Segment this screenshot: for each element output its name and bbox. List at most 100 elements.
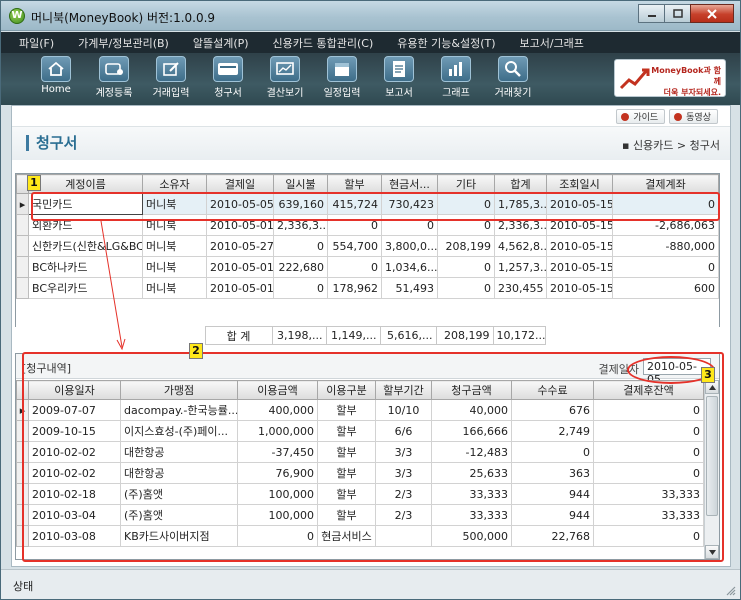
maximize-button[interactable] (664, 4, 691, 23)
totals-spacer (27, 326, 141, 345)
totals-cell: 5,616,... (379, 326, 437, 345)
column-header[interactable]: 결제계좌 (612, 174, 719, 194)
toolbar-account-button[interactable]: 계정등록 (86, 56, 142, 99)
account-register-icon (99, 56, 129, 82)
table-cell[interactable]: 2010-05-01 (206, 256, 274, 278)
table-cell[interactable]: 0 (273, 235, 328, 257)
column-header[interactable]: 조회일시 (546, 174, 613, 194)
table-cell[interactable]: BC우리카드 (28, 277, 143, 299)
table-cell[interactable]: 3,800,0... (381, 235, 438, 257)
resize-grip-icon[interactable] (726, 586, 736, 596)
table-cell[interactable]: 1,257,3... (494, 256, 547, 278)
promo-banner[interactable]: MoneyBook과 함께 더욱 부자되세요. (614, 59, 726, 97)
table-row[interactable]: 신한카드(신한&LG&BC) 머니북 2010-05-27 0 554,700 … (16, 235, 719, 257)
card-icon (213, 56, 243, 82)
menu-ledger[interactable]: 가계부/정보관리(B) (78, 35, 169, 51)
toolbar-home-button[interactable]: Home (28, 56, 84, 95)
row-indicator (16, 235, 29, 257)
table-cell[interactable]: 4,562,8... (494, 235, 547, 257)
toolbar-transaction-button[interactable]: 거래입력 (143, 56, 199, 99)
page-header: 청구서 ▪ 신용카드 > 청구서 (12, 126, 730, 160)
menu-card[interactable]: 신용카드 통합관리(C) (273, 35, 374, 51)
toolbar-summary-button[interactable]: 결산보기 (257, 56, 313, 99)
table-cell[interactable]: 머니북 (142, 235, 207, 257)
table-cell[interactable]: 2010-05-27 (206, 235, 274, 257)
guide-label: 가이드 (633, 113, 659, 123)
column-header[interactable]: 합계 (494, 174, 547, 194)
table-cell[interactable]: 1,034,6... (381, 256, 438, 278)
toolbar-bill-button[interactable]: 청구서 (200, 56, 256, 99)
toolbar-report-button[interactable]: 보고서 (371, 56, 427, 99)
bullet-icon (621, 112, 630, 121)
table-cell[interactable]: 2010-05-15 (546, 256, 613, 278)
title-bar: W 머니북(MoneyBook) 버전:1.0.0.9 (1, 1, 740, 31)
totals-cell: 208,199 (435, 326, 494, 345)
bills-header-row: 계정이름 소유자 결제일 일시불 할부 현금서... 기타 합계 조회일시 결제… (16, 174, 719, 194)
table-cell[interactable]: 신한카드(신한&LG&BC) (28, 235, 143, 257)
status-text: 상태 (13, 580, 34, 593)
menu-tools[interactable]: 유용한 기능&설정(T) (397, 35, 495, 51)
toolbar-search-label: 거래찾기 (494, 88, 532, 99)
table-row[interactable]: BC하나카드 머니북 2010-05-01 222,680 0 1,034,6.… (16, 256, 719, 278)
table-cell[interactable]: BC하나카드 (28, 256, 143, 278)
column-header[interactable]: 일시불 (273, 174, 328, 194)
annotation-badge-2: 2 (189, 343, 203, 359)
table-cell[interactable]: 0 (327, 256, 382, 278)
totals-label: 합 계 (204, 326, 273, 345)
table-cell[interactable]: 0 (612, 256, 719, 278)
table-cell[interactable]: 2010-05-15 (546, 277, 613, 299)
minimize-button[interactable] (638, 4, 665, 23)
totals-cell: 3,198,... (271, 326, 327, 345)
annotation-box-1 (31, 192, 720, 221)
close-button[interactable] (690, 4, 734, 23)
toolbar-home-label: Home (41, 84, 71, 95)
guide-button[interactable]: 가이드 (616, 109, 666, 124)
table-cell[interactable]: 2010-05-15 (546, 235, 613, 257)
table-cell[interactable]: 0 (273, 277, 328, 299)
column-header[interactable]: 할부 (327, 174, 382, 194)
table-cell[interactable]: -880,000 (612, 235, 719, 257)
toolbar-bill-label: 청구서 (214, 88, 242, 99)
report-icon (384, 56, 414, 82)
table-cell[interactable]: 600 (612, 277, 719, 299)
table-cell[interactable]: 0 (437, 256, 495, 278)
table-cell[interactable]: 51,493 (381, 277, 438, 299)
annotation-badge-3: 3 (701, 367, 715, 383)
toolbar-graph-button[interactable]: 그래프 (428, 56, 484, 99)
app-logo-icon: W (9, 8, 25, 24)
minimize-icon (647, 14, 656, 17)
menu-file[interactable]: 파일(F) (19, 35, 54, 51)
table-cell[interactable]: 554,700 (327, 235, 382, 257)
toolbar-transaction-label: 거래입력 (152, 88, 190, 99)
table-cell[interactable]: 머니북 (142, 256, 207, 278)
column-header[interactable]: 소유자 (142, 174, 207, 194)
table-cell[interactable]: 머니북 (142, 277, 207, 299)
search-icon (498, 56, 528, 82)
toolbar-schedule-button[interactable]: 일정입력 (314, 56, 370, 99)
table-cell[interactable]: 178,962 (327, 277, 382, 299)
video-label: 동영상 (686, 113, 711, 123)
banner-text: MoneyBook과 함께 더욱 부자되세요. (645, 65, 721, 96)
menu-plan[interactable]: 알뜰설계(P) (193, 35, 249, 51)
column-header[interactable]: 현금서... (381, 174, 438, 194)
toolbar-search-button[interactable]: 거래찾기 (485, 56, 541, 99)
table-cell[interactable]: 222,680 (273, 256, 328, 278)
table-cell[interactable]: 230,455 (494, 277, 547, 299)
toolbar-report-label: 보고서 (385, 88, 413, 99)
annotation-box-2 (22, 352, 724, 562)
menu-reports[interactable]: 보고서/그래프 (520, 35, 584, 51)
table-cell[interactable]: 2010-05-01 (206, 277, 274, 299)
column-header[interactable]: 기타 (437, 174, 495, 194)
breadcrumb: ▪ 신용카드 > 청구서 (621, 139, 720, 152)
bar-chart-icon (441, 56, 471, 82)
column-header[interactable]: 계정이름 (28, 174, 143, 194)
table-cell[interactable]: 208,199 (437, 235, 495, 257)
table-cell[interactable]: 0 (437, 277, 495, 299)
video-button[interactable]: 동영상 (669, 109, 718, 124)
column-header[interactable]: 결제일 (206, 174, 274, 194)
banner-line-1: MoneyBook과 함께 (651, 66, 721, 86)
table-row[interactable]: BC우리카드 머니북 2010-05-01 0 178,962 51,493 0… (16, 277, 719, 299)
window-controls (638, 4, 734, 23)
status-bar: 상태 (1, 569, 740, 599)
menu-bar: 파일(F) 가계부/정보관리(B) 알뜰설계(P) 신용카드 통합관리(C) 유… (1, 32, 740, 53)
